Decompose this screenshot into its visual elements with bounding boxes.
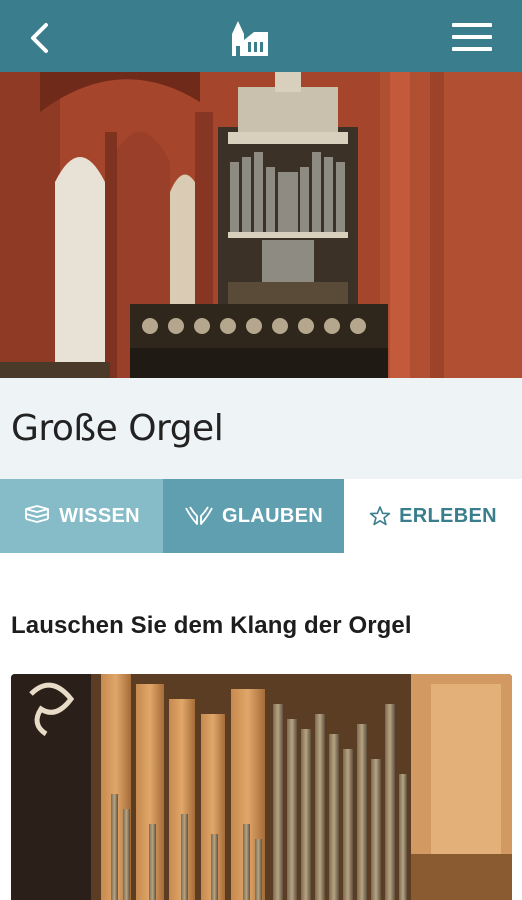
back-button[interactable] bbox=[22, 20, 58, 56]
church-logo-icon bbox=[232, 21, 268, 56]
page-title: Große Orgel bbox=[11, 408, 224, 449]
tab-wissen[interactable]: WISSEN bbox=[0, 479, 163, 553]
app-header bbox=[0, 0, 522, 72]
praying-hands-icon bbox=[185, 506, 213, 525]
tab-glauben-label: GLAUBEN bbox=[222, 504, 323, 527]
menu-button[interactable] bbox=[448, 20, 496, 54]
organ-pipes-image[interactable] bbox=[11, 674, 512, 900]
tab-glauben[interactable]: GLAUBEN bbox=[163, 479, 344, 553]
title-bar: Große Orgel bbox=[0, 378, 522, 479]
tab-wissen-label: WISSEN bbox=[59, 504, 140, 527]
star-icon bbox=[369, 506, 391, 526]
category-tabs: WISSEN GLAUBEN ERLEBEN bbox=[0, 479, 522, 553]
church-logo[interactable] bbox=[228, 18, 272, 58]
back-chevron-icon bbox=[31, 23, 48, 53]
hamburger-menu-icon bbox=[452, 23, 492, 51]
book-stack-icon bbox=[25, 505, 50, 523]
hero-organ-image bbox=[0, 72, 522, 378]
tab-erleben[interactable]: ERLEBEN bbox=[344, 479, 522, 553]
section-heading: Lauschen Sie dem Klang der Orgel bbox=[11, 612, 412, 639]
tab-erleben-label: ERLEBEN bbox=[399, 504, 497, 527]
